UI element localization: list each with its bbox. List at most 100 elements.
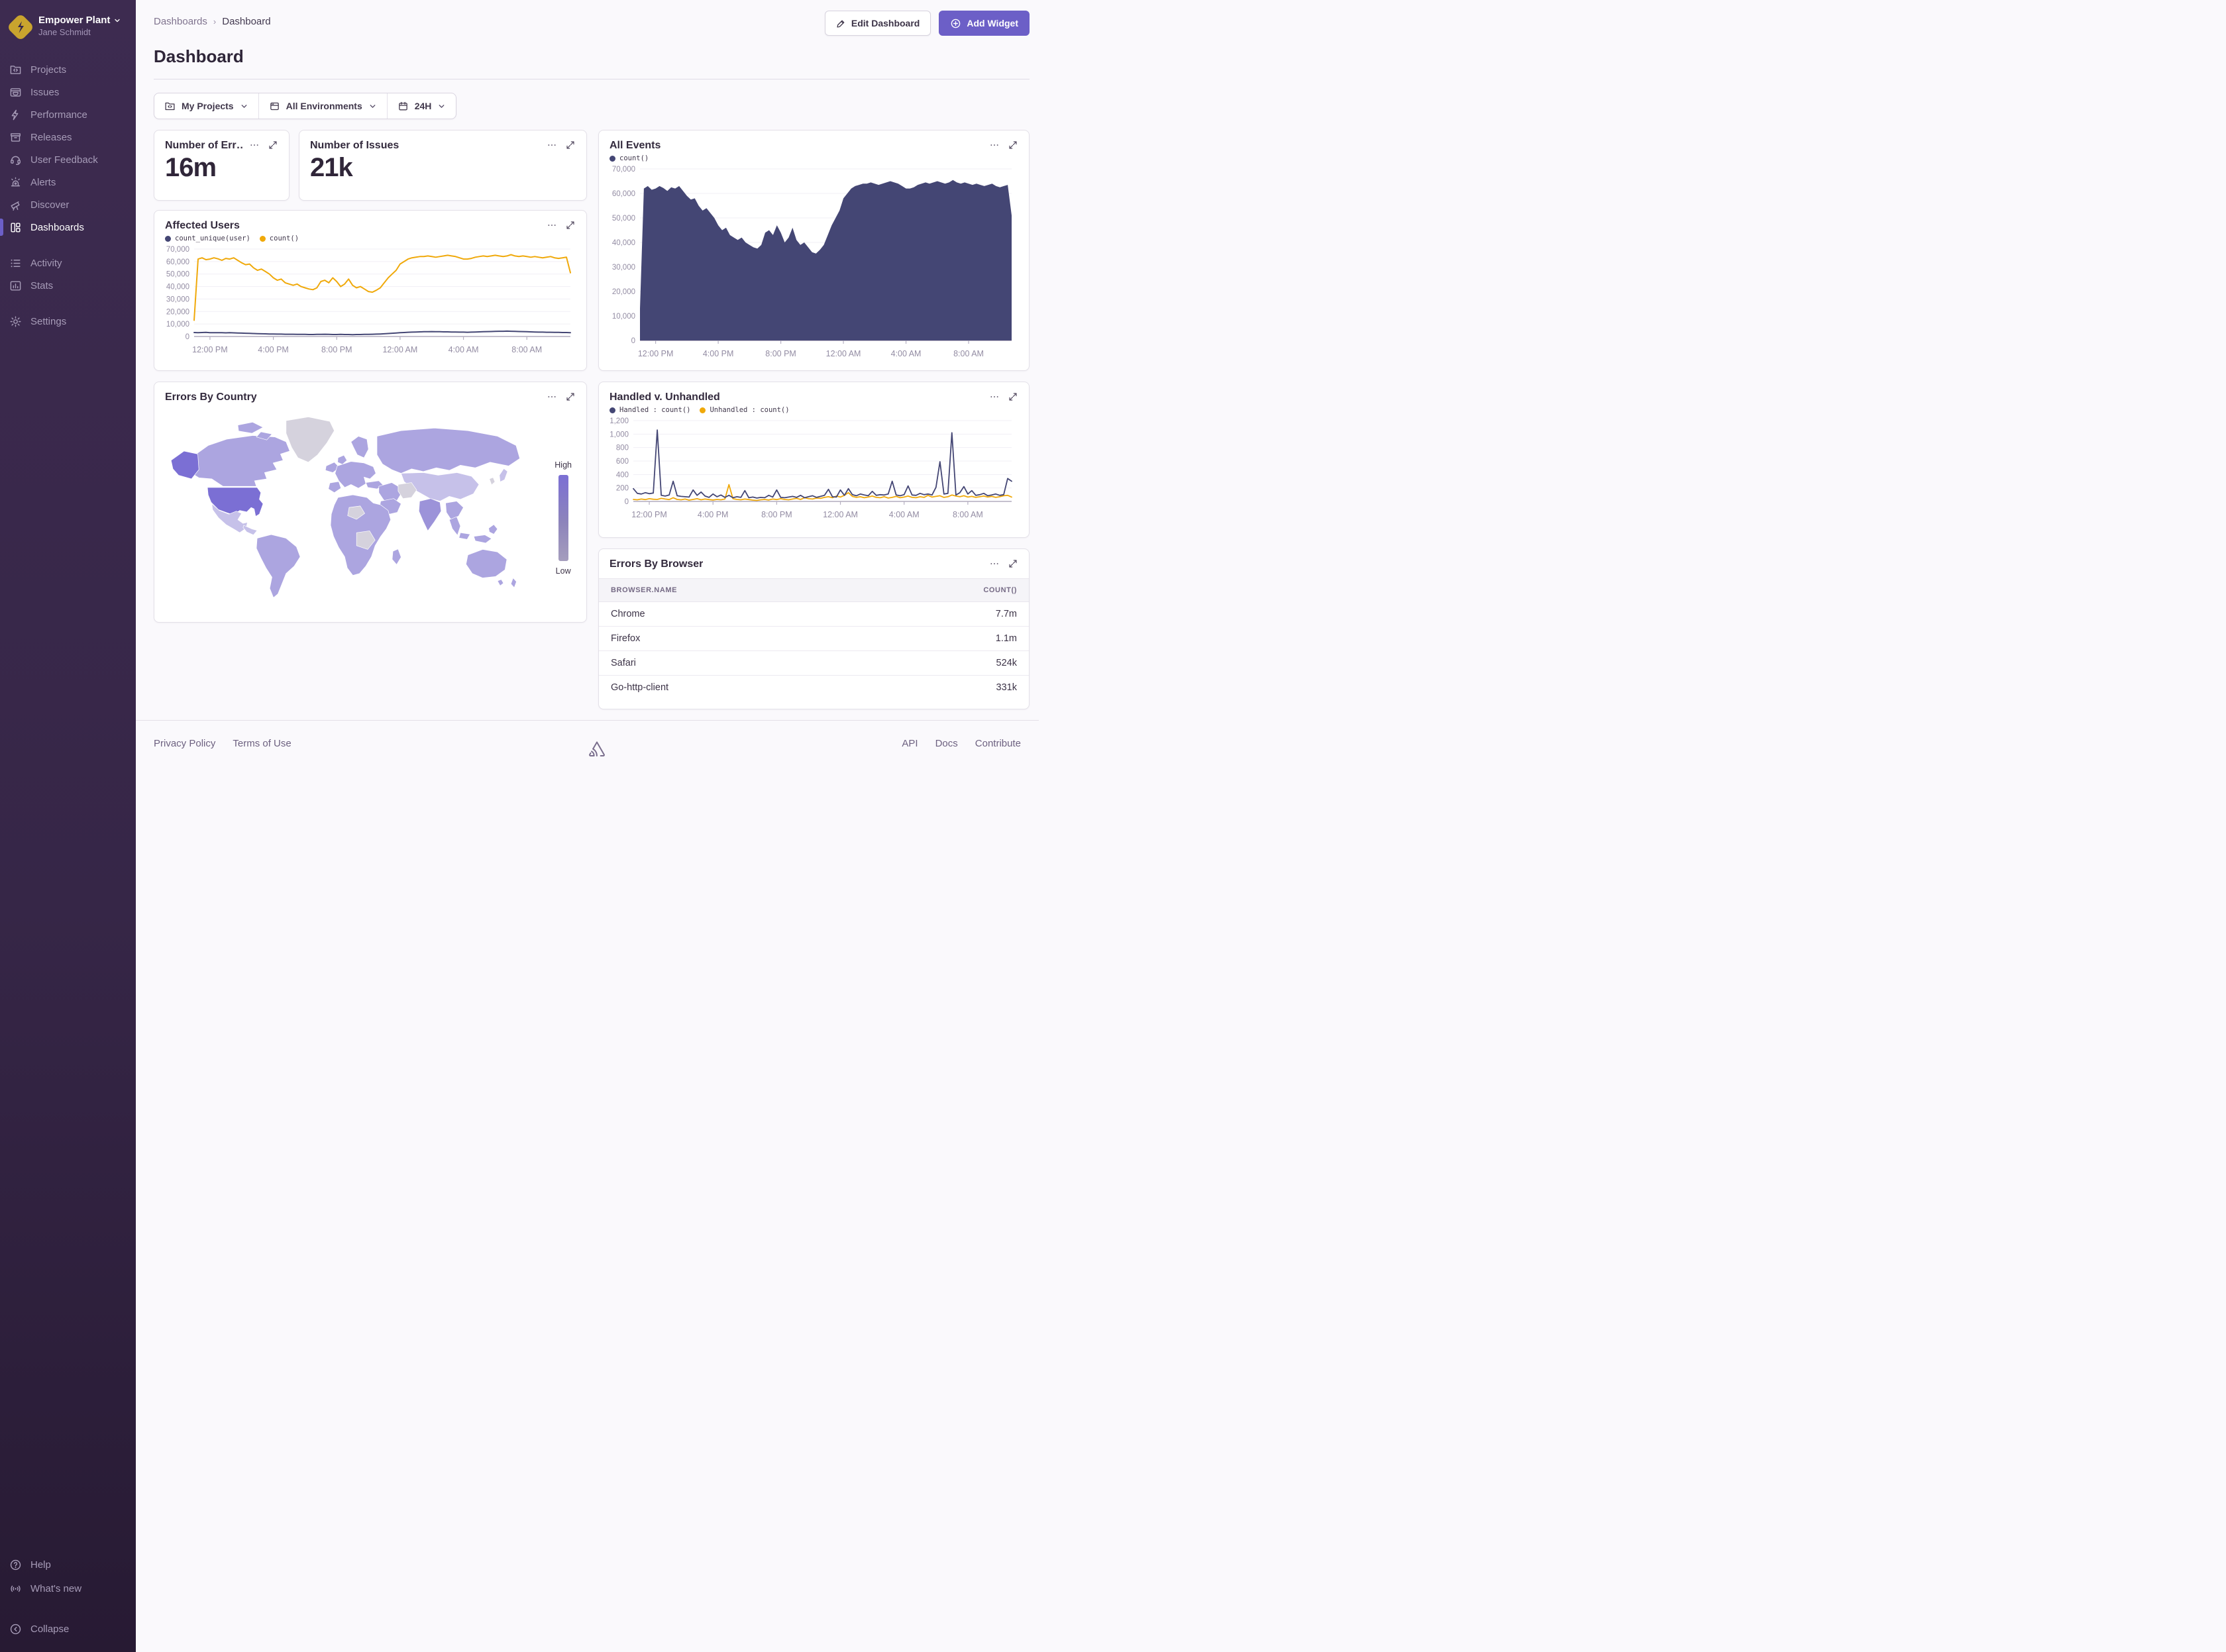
svg-text:1,200: 1,200 (610, 417, 629, 425)
table-row: Safari 524k (599, 651, 1029, 676)
footer-link[interactable]: Privacy Policy (154, 738, 215, 749)
browser-name: Go-http-client (611, 682, 668, 693)
legend-count-unique-user[interactable]: count_unique(user) (165, 234, 250, 242)
legend-dot (165, 236, 171, 242)
svg-text:8:00 AM: 8:00 AM (953, 510, 983, 519)
svg-text:8:00 PM: 8:00 PM (761, 510, 792, 519)
footer-link[interactable]: Contribute (975, 738, 1021, 749)
sidebar-collapse[interactable]: Collapse (0, 1618, 136, 1640)
sidebar-item-alerts[interactable]: Alerts (0, 171, 136, 193)
svg-text:60,000: 60,000 (166, 258, 189, 266)
widget-title: Errors By Browser (610, 558, 703, 570)
widget-menu-icon[interactable] (547, 140, 557, 150)
filter-label: My Projects (182, 101, 234, 111)
browser-name: Firefox (611, 633, 640, 644)
browser-count: 7.7m (996, 609, 1017, 619)
sidebar-item-label: Discover (30, 199, 69, 211)
sidebar-item-discover[interactable]: Discover (0, 193, 136, 216)
expand-icon[interactable] (565, 140, 576, 150)
breadcrumb-dashboards[interactable]: Dashboards (154, 16, 207, 27)
widget-menu-icon[interactable] (249, 140, 260, 150)
legend-unhandled[interactable]: Unhandled : count() (700, 406, 789, 414)
stats-icon (9, 280, 22, 292)
map-gradient-bar (558, 475, 568, 561)
footer-link[interactable]: Terms of Use (233, 738, 291, 749)
sidebar-item-releases[interactable]: Releases (0, 126, 136, 148)
sidebar-item-projects[interactable]: Projects (0, 58, 136, 81)
widget-menu-icon[interactable] (989, 391, 1000, 402)
footer-link[interactable]: API (902, 738, 918, 749)
issues-count-value: 21k (299, 152, 586, 183)
svg-text:8:00 AM: 8:00 AM (511, 345, 542, 354)
browser-count: 524k (996, 658, 1017, 668)
svg-text:12:00 AM: 12:00 AM (823, 510, 858, 519)
edit-dashboard-button[interactable]: Edit Dashboard (825, 11, 931, 36)
widget-menu-icon[interactable] (989, 140, 1000, 150)
legend-count[interactable]: count() (260, 234, 299, 242)
user-name: Jane Schmidt (38, 27, 121, 38)
legend-handled[interactable]: Handled : count() (610, 406, 690, 414)
issues-icon (9, 86, 22, 99)
sidebar-item-user-feedback[interactable]: User Feedback (0, 148, 136, 171)
table-row: Firefox1.1m (599, 627, 1029, 651)
legend-count[interactable]: count() (610, 154, 649, 162)
projects-icon (164, 101, 176, 112)
widget-title: Number of Issues (310, 140, 399, 152)
footer: Privacy Policy Terms of Use API Docs Contri… (136, 720, 1039, 787)
sidebar-item-settings[interactable]: Settings (0, 310, 136, 333)
org-name: Empower Plant (38, 15, 110, 27)
sidebar-item-dashboards[interactable]: Dashboards (0, 216, 136, 238)
svg-text:12:00 PM: 12:00 PM (192, 345, 228, 354)
sidebar-item-label: Issues (30, 87, 59, 98)
sidebar-item-label: User Feedback (30, 154, 98, 166)
svg-text:20,000: 20,000 (612, 288, 635, 296)
expand-icon[interactable] (565, 220, 576, 231)
expand-icon[interactable] (1008, 140, 1018, 150)
add-widget-button[interactable]: Add Widget (939, 11, 1030, 36)
org-switcher[interactable]: Empower Plant Jane Schmidt (0, 9, 136, 41)
filter-calendar-dropdown[interactable]: 24H (387, 93, 456, 119)
column-browser-name[interactable]: BROWSER.NAME (611, 586, 677, 594)
widget-errors-by-browser: Errors By Browser BROWSER.NAME COUNT() C… (598, 548, 1030, 709)
expand-icon[interactable] (1008, 558, 1018, 569)
sidebar-item-activity[interactable]: Activity (0, 252, 136, 274)
legend-label: count() (270, 234, 299, 242)
expand-icon[interactable] (1008, 391, 1018, 402)
expand-icon[interactable] (565, 391, 576, 402)
filter-projects-dropdown[interactable]: My Projects (154, 93, 258, 119)
sidebar-item-issues[interactable]: Issues (0, 81, 136, 103)
sidebar-item-label: Releases (30, 132, 72, 143)
widget-title: Number of Err… (165, 140, 242, 152)
svg-text:200: 200 (616, 485, 629, 493)
widget-menu-icon[interactable] (989, 558, 1000, 569)
projects-icon (9, 64, 22, 76)
svg-text:8:00 AM: 8:00 AM (953, 349, 984, 358)
widget-title: Handled v. Unhandled (610, 391, 720, 403)
sidebar-item-whats-new[interactable]: What's new (0, 1576, 136, 1600)
handled-unhandled-chart: 02004006008001,0001,20012:00 PM4:00 PM8:… (599, 414, 1029, 531)
svg-text:20,000: 20,000 (166, 308, 189, 316)
browser-name: Chrome (611, 609, 645, 619)
footer-link[interactable]: Docs (935, 738, 958, 749)
widget-menu-icon[interactable] (547, 220, 557, 231)
column-count[interactable]: COUNT() (983, 586, 1017, 594)
sidebar-item-performance[interactable]: Performance (0, 103, 136, 126)
svg-text:8:00 PM: 8:00 PM (765, 349, 796, 358)
svg-text:10,000: 10,000 (612, 313, 635, 321)
widget-number-of-errors: Number of Err… 16m (154, 130, 290, 201)
widget-all-events: All Events count() 010,00020,00030,00040… (598, 130, 1030, 371)
browser-name: Safari (611, 658, 636, 668)
sidebar-item-help[interactable]: Help (0, 1553, 136, 1576)
map-legend-low: Low (556, 566, 571, 576)
filter-window-dropdown[interactable]: All Environments (258, 93, 387, 119)
svg-text:1,000: 1,000 (610, 431, 629, 439)
legend-dot (260, 236, 266, 242)
add-widget-label: Add Widget (967, 18, 1018, 28)
svg-text:800: 800 (616, 444, 629, 452)
sidebar-item-stats[interactable]: Stats (0, 274, 136, 297)
widget-menu-icon[interactable] (547, 391, 557, 402)
sidebar-item-label: Help (30, 1559, 51, 1571)
svg-text:8:00 PM: 8:00 PM (321, 345, 352, 354)
expand-icon[interactable] (268, 140, 278, 150)
svg-text:0: 0 (186, 333, 189, 341)
